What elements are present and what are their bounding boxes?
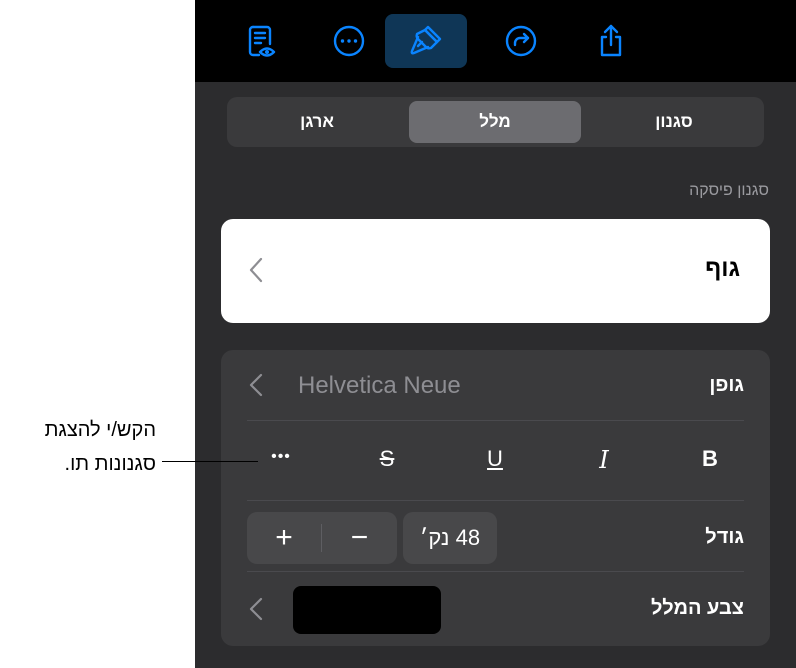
divider [247,500,744,501]
chevron-left-icon [249,373,263,397]
callout-annotation: הקש/י להצגת סגנונות תו. [0,413,156,481]
reader-view-icon [248,25,276,57]
redo-button[interactable] [480,14,562,68]
tab-style[interactable]: סגנון [588,101,760,143]
tab-text[interactable]: מלל [409,101,581,143]
chevron-left-icon [249,597,263,621]
divider [247,420,744,421]
text-color-label: צבע המלל [650,597,744,619]
paragraph-style-label: סגנון פיסקה [689,182,769,199]
format-button[interactable] [385,14,467,68]
font-settings-group: גופן Helvetica Neue B I U S ••• גודל + −… [221,350,770,646]
share-button[interactable] [570,14,652,68]
font-label: גופן [709,374,744,396]
size-label: גודל [705,526,744,548]
font-row[interactable]: גופן Helvetica Neue [221,350,770,420]
text-color-swatch[interactable] [293,586,441,634]
decrease-size-button[interactable]: − [322,512,397,564]
paragraph-style-selector[interactable]: גוף [221,219,770,323]
redo-icon [505,25,537,57]
strikethrough-button[interactable]: S [367,446,407,472]
more-char-styles-button[interactable]: ••• [261,448,301,466]
format-tabs: סגנון מלל ארגן [227,97,764,147]
font-size-value[interactable]: 48 נק׳ [403,512,497,564]
share-icon [600,24,622,57]
bold-button[interactable]: B [690,446,730,472]
more-button[interactable] [308,14,390,68]
chevron-left-icon [249,257,263,283]
tab-arrange[interactable]: ארגן [231,101,403,143]
callout-line-2: סגנונות תו. [64,453,156,475]
reader-view-button[interactable] [221,14,303,68]
font-size-stepper: + − [247,512,397,564]
toolbar [195,0,796,82]
font-name-value: Helvetica Neue [298,372,461,399]
more-icon [333,25,365,57]
format-brush-icon [410,25,442,55]
format-panel: סגנון מלל ארגן סגנון פיסקה גוף גופן Helv… [195,0,796,668]
increase-size-button[interactable]: + [247,512,321,564]
callout-leader-line [162,461,258,462]
callout-line-1: הקש/י להצגת [44,419,156,441]
underline-button[interactable]: U [475,446,515,472]
italic-button[interactable]: I [584,446,624,474]
paragraph-style-value: גוף [705,255,740,282]
